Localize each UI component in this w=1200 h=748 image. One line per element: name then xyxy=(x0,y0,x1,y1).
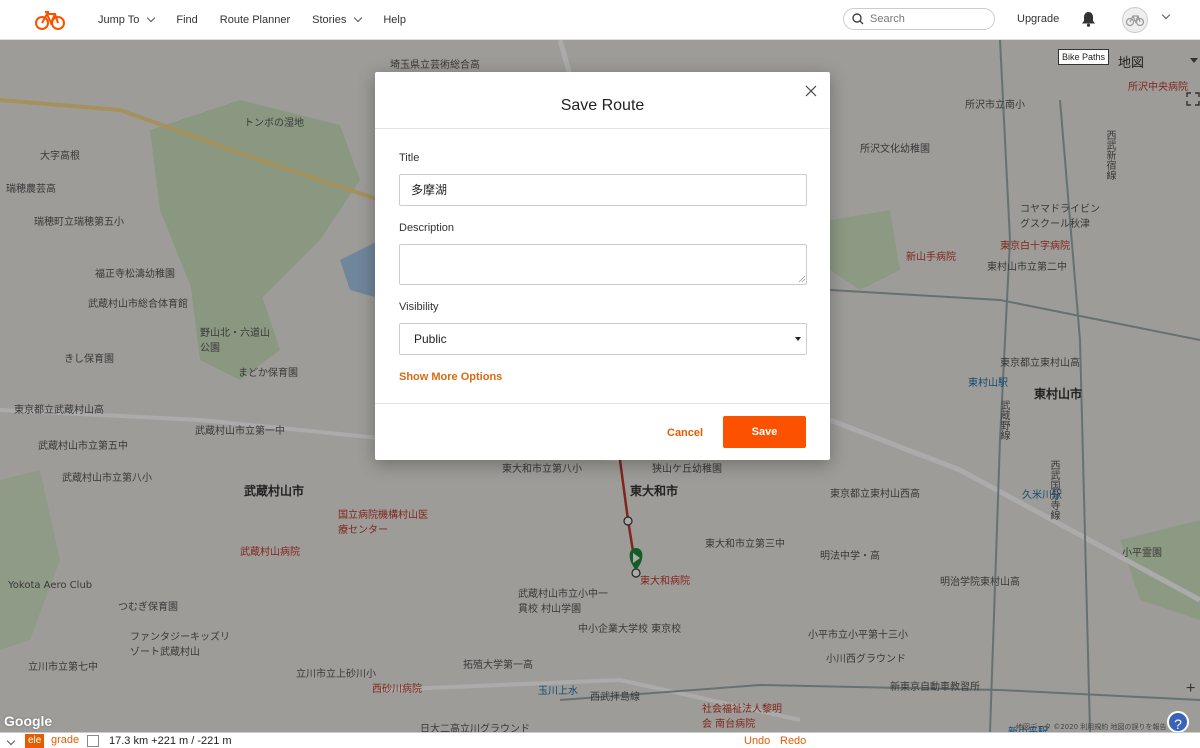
close-icon[interactable] xyxy=(805,85,817,97)
dialog-footer: Cancel Save xyxy=(375,403,830,460)
caret-down-icon xyxy=(1190,58,1198,63)
redo-button[interactable]: Redo xyxy=(780,735,806,747)
cancel-button[interactable]: Cancel xyxy=(667,427,703,439)
nav-stories[interactable]: Stories xyxy=(312,13,363,26)
bicycle-logo-icon xyxy=(35,10,65,30)
nav-find-label: Find xyxy=(176,13,198,26)
map-type-select[interactable]: 地図 xyxy=(1118,52,1144,71)
nav-jump-to[interactable]: Jump To xyxy=(98,13,156,26)
search-input[interactable] xyxy=(870,13,980,25)
save-route-dialog: Save Route Title 多摩湖 Description Visibil… xyxy=(375,72,830,460)
chevron-down-icon[interactable] xyxy=(6,736,16,746)
dialog-header: Save Route xyxy=(375,72,830,129)
nav-help[interactable]: Help xyxy=(383,14,406,26)
nav-route-planner-label: Route Planner xyxy=(219,13,291,26)
logo-icon[interactable] xyxy=(24,0,76,40)
top-nav: Jump To Find Route Planner Stories Help … xyxy=(0,0,1200,40)
title-input[interactable]: 多摩湖 xyxy=(399,174,807,206)
search-box[interactable] xyxy=(843,8,995,30)
chevron-down-icon xyxy=(354,13,363,23)
avatar[interactable] xyxy=(1122,7,1148,33)
help-button[interactable]: ? xyxy=(1167,711,1189,733)
zoom-magnifier-icon[interactable] xyxy=(87,735,99,747)
chevron-down-icon[interactable] xyxy=(1161,10,1171,20)
route-stats: 17.3 km +221 m / -221 m xyxy=(109,735,232,747)
nav-help-label: Help xyxy=(383,13,406,26)
undo-button[interactable]: Undo xyxy=(744,735,770,747)
nav-stories-label: Stories xyxy=(312,13,347,26)
grade-toggle[interactable]: grade xyxy=(51,734,79,746)
title-label: Title xyxy=(399,152,420,164)
visibility-label: Visibility xyxy=(399,301,439,313)
ele-toggle[interactable]: ele xyxy=(25,734,45,748)
notifications-bell-icon[interactable] xyxy=(1081,11,1096,30)
show-more-options-link[interactable]: Show More Options xyxy=(399,371,502,383)
save-button[interactable]: Save xyxy=(723,416,806,448)
bike-paths-toggle[interactable]: Bike Paths xyxy=(1058,49,1110,65)
visibility-select[interactable]: Public xyxy=(399,323,807,355)
chevron-down-icon xyxy=(147,13,156,23)
resize-handle-icon[interactable] xyxy=(798,275,806,283)
description-label: Description xyxy=(399,222,455,234)
nav-find[interactable]: Find xyxy=(176,14,197,26)
description-textarea[interactable] xyxy=(399,244,807,285)
nav-route-planner[interactable]: Route Planner xyxy=(220,14,290,26)
nav-jump-to-label: Jump To xyxy=(98,13,140,26)
map-attribution: 地図データ ©2020 利用規約 地図の誤りを報告 xyxy=(1016,723,1167,731)
elevation-bar: ele grade 17.3 km +221 m / -221 m Undo R… xyxy=(0,732,1200,748)
google-logo: Google xyxy=(4,713,53,729)
caret-down-icon xyxy=(795,337,801,341)
dialog-title: Save Route xyxy=(560,97,645,114)
visibility-value: Public xyxy=(414,332,447,346)
fullscreen-icon[interactable] xyxy=(1186,92,1200,106)
zoom-in-button[interactable]: + xyxy=(1186,680,1195,698)
upgrade-link[interactable]: Upgrade xyxy=(1017,13,1059,25)
search-icon xyxy=(852,13,864,25)
bicycle-avatar-icon xyxy=(1126,15,1144,26)
